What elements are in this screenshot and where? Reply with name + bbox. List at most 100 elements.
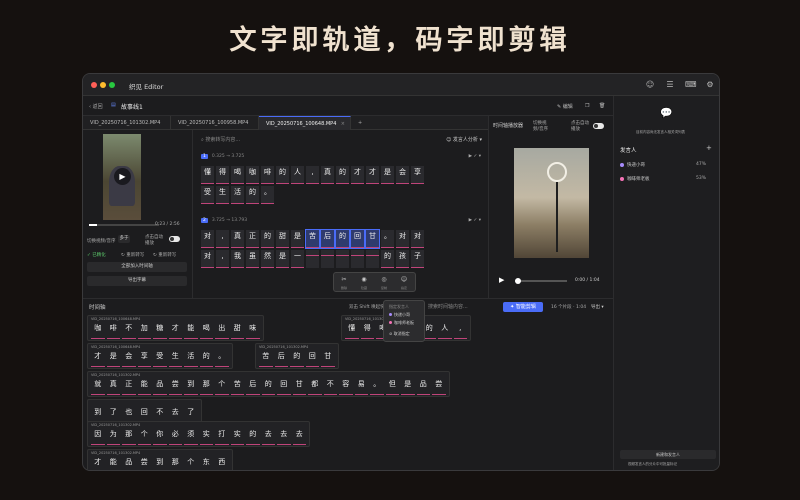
word-chip[interactable]: , (216, 230, 229, 248)
word-chip[interactable]: 真 (231, 230, 244, 248)
word-chip[interactable]: 虽 (246, 250, 259, 268)
assign-speaker-icon[interactable]: ☺ (397, 276, 411, 283)
mode-button[interactable]: 多于 (118, 235, 130, 243)
clip-word[interactable]: 个 (184, 457, 198, 470)
edit-button[interactable]: ✎ 编辑 (557, 103, 573, 110)
word-chip[interactable]: 享 (411, 166, 424, 184)
tab-file-2[interactable]: VID_20250716_100958.MP4 (171, 116, 259, 130)
word-chip[interactable] (306, 250, 319, 268)
word-chip[interactable]: 对 (396, 230, 409, 248)
word-chip[interactable]: 孩 (396, 250, 409, 268)
clip-word[interactable]: 甘 (321, 351, 335, 367)
word-chip[interactable]: 甘 (365, 229, 380, 249)
word-chip[interactable]: 啡 (261, 166, 274, 184)
clip-word[interactable]: 易 (354, 379, 368, 395)
clip-word[interactable]: 打 (215, 429, 229, 445)
clip-word[interactable]: 尝 (168, 379, 182, 395)
timeline-clip[interactable]: VID_20250716_101302.MP4 因 为 那 个 你 必 须 实 打… (87, 421, 310, 447)
word-chip[interactable]: 才 (366, 166, 379, 184)
clip-word[interactable]: 去 (292, 429, 306, 445)
retranscribe-button-2[interactable]: ↻ 重新转写 (153, 252, 176, 258)
clip-word[interactable]: 容 (339, 379, 353, 395)
word-chip[interactable]: 然 (261, 250, 274, 268)
word-chip[interactable]: 得 (216, 166, 229, 184)
clip-word[interactable]: 才 (91, 457, 105, 470)
clip-word[interactable]: 糖 (153, 323, 167, 339)
player-autoplay-toggle[interactable] (593, 123, 604, 129)
speaker-option-1[interactable]: 快递小哥 (389, 312, 410, 318)
clip-word[interactable]: 是 (106, 351, 120, 367)
clip-word[interactable]: 能 (184, 323, 198, 339)
word-chip[interactable]: 生 (216, 186, 229, 204)
clip-word[interactable]: 。 (215, 351, 229, 367)
word-chip[interactable]: 后 (320, 229, 335, 249)
clip-word[interactable]: 受 (153, 351, 167, 367)
player-video[interactable] (514, 148, 589, 258)
clip-word[interactable]: 去 (277, 429, 291, 445)
clip-word[interactable]: 尝 (432, 379, 446, 395)
clip-word[interactable]: 后 (274, 351, 288, 367)
word-chip[interactable]: 是 (276, 250, 289, 268)
clip-word[interactable]: 。 (370, 379, 384, 395)
clip-word[interactable]: 甘 (292, 379, 306, 395)
clip-word[interactable]: 为 (106, 429, 120, 445)
word-chip[interactable]: 苦 (305, 229, 320, 249)
clip-word[interactable]: 须 (184, 429, 198, 445)
clip-word[interactable]: 的 (246, 429, 260, 445)
word-chip[interactable]: 喝 (231, 166, 244, 184)
clip-word[interactable]: 享 (137, 351, 151, 367)
clip-word[interactable]: 那 (199, 379, 213, 395)
clip-word[interactable]: 必 (168, 429, 182, 445)
clip-word[interactable]: 得 (360, 323, 374, 339)
clip-word[interactable]: 品 (153, 379, 167, 395)
add-all-timeline-button[interactable]: 全部加入时间轴 (87, 262, 187, 272)
clip-word[interactable]: 出 (215, 323, 229, 339)
segment-actions[interactable]: ▶ ✓ ▾ (469, 154, 481, 159)
clip-word[interactable]: 都 (308, 379, 322, 395)
timeline-clip[interactable]: VID_20250716_101302.MP4 就 真 正 能 品 尝 到 那 个… (87, 371, 450, 397)
smart-cut-button[interactable]: ✦ 智能剪辑 (503, 302, 543, 312)
delete-icon[interactable]: ✂ (337, 276, 351, 283)
clip-word[interactable]: 人 (438, 323, 452, 339)
player-scrubber[interactable] (515, 278, 567, 284)
word-chip[interactable] (336, 250, 349, 268)
clip-word[interactable]: 就 (91, 379, 105, 395)
tab-file-3[interactable]: VID_20250716_100648.MP4 × (259, 116, 351, 130)
word-chip[interactable]: 咖 (246, 166, 259, 184)
add-speaker-icon[interactable]: + (706, 144, 712, 152)
timeline-clip[interactable]: VID_20250716_101302.MP4 苦 后 的 回 甘 (255, 343, 339, 369)
back-button[interactable]: ‹ 返回 (89, 103, 103, 110)
word-chip[interactable]: 对 (411, 230, 424, 248)
timeline-export-button[interactable]: 导出 ▾ (591, 304, 604, 310)
word-chip[interactable]: 我 (231, 250, 244, 268)
word-chip[interactable]: 的 (335, 229, 350, 249)
clip-word[interactable]: 味 (246, 323, 260, 339)
word-chip[interactable]: 一 (291, 250, 304, 268)
clip-word[interactable]: 加 (137, 323, 151, 339)
word-chip[interactable]: 。 (381, 230, 394, 248)
clip-word[interactable]: 品 (416, 379, 430, 395)
word-chip[interactable]: 真 (321, 166, 334, 184)
clip-word[interactable]: 但 (385, 379, 399, 395)
clip-word[interactable]: 才 (91, 351, 105, 367)
speaker-item-1[interactable]: 快递小哥 47% (620, 162, 716, 168)
minimize-dot[interactable] (100, 82, 106, 88)
word-chip[interactable]: 。 (261, 186, 274, 204)
clip-word[interactable]: 不 (323, 379, 337, 395)
word-chip[interactable]: 懂 (201, 166, 214, 184)
word-chip[interactable]: 活 (231, 186, 244, 204)
clip-word[interactable]: 才 (168, 323, 182, 339)
clip-word[interactable]: 能 (107, 457, 121, 470)
list-icon[interactable]: ☰ (665, 80, 675, 90)
word-chip[interactable]: , (216, 250, 229, 268)
new-speaker-button[interactable]: 新建和发言人 (620, 450, 716, 459)
clip-word[interactable]: 因 (91, 429, 105, 445)
close-tab-icon[interactable]: × (341, 117, 345, 131)
source-video[interactable]: ▶ (103, 134, 141, 220)
clip-word[interactable]: 正 (122, 379, 136, 395)
word-chip[interactable]: 会 (396, 166, 409, 184)
speaker-item-2[interactable]: 咖啡师老板 53% (620, 176, 716, 182)
word-chip[interactable]: 的 (381, 250, 394, 268)
clip-word[interactable]: 活 (184, 351, 198, 367)
clip-word[interactable]: 后 (246, 379, 260, 395)
